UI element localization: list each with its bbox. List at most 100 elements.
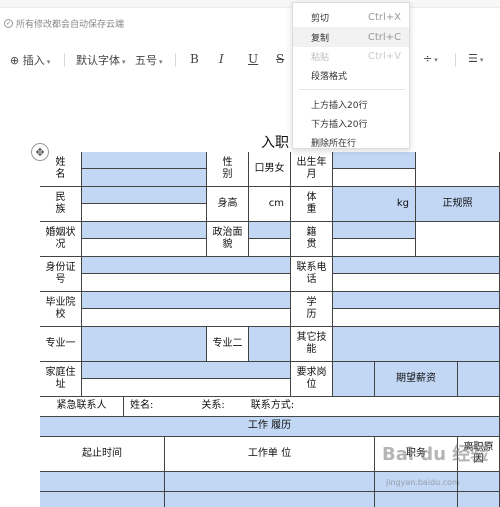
italic-button[interactable]: I xyxy=(219,52,224,66)
political-input-2[interactable] xyxy=(249,239,291,257)
strikethrough-button[interactable]: S xyxy=(276,52,284,66)
list-icon: ☰ xyxy=(468,52,478,65)
menu-item-paragraph-format[interactable]: 段落格式 xyxy=(293,65,409,85)
underline-button[interactable]: U xyxy=(248,52,258,66)
bold-button[interactable]: B xyxy=(190,52,199,66)
menu-divider xyxy=(299,89,405,90)
insert-label: 插入 xyxy=(22,54,45,67)
menu-item-copy[interactable]: 复制 Ctrl+C xyxy=(293,27,409,47)
school-input-2[interactable] xyxy=(82,309,291,327)
major2-input[interactable] xyxy=(249,327,291,362)
other-skills-input[interactable] xyxy=(333,327,500,362)
salary-input[interactable] xyxy=(458,362,500,397)
birth-label: 出生年 月 xyxy=(291,152,333,187)
native-place-input-2[interactable] xyxy=(333,239,416,257)
political-label: 政治面 貌 xyxy=(207,222,249,257)
font-family-select[interactable]: 默认字体 ▾ xyxy=(76,52,126,68)
marital-input-2[interactable] xyxy=(82,239,207,257)
education-label: 学 历 xyxy=(291,292,333,327)
phone-input[interactable] xyxy=(333,257,500,274)
underline-icon: U xyxy=(248,52,259,66)
leave-reason-input-2[interactable] xyxy=(458,492,500,507)
font-family-value: 默认字体 xyxy=(76,54,120,67)
name-input[interactable] xyxy=(82,152,207,169)
political-input[interactable] xyxy=(249,222,291,239)
phone-label: 联系电 话 xyxy=(291,257,333,292)
weight-label: 体 重 xyxy=(291,187,333,222)
menu-item-cut[interactable]: 剪切 Ctrl+X xyxy=(293,7,409,27)
gender-label: 性 别 xyxy=(207,152,249,187)
work-history-header: 工作 履历 xyxy=(40,417,500,437)
ethnicity-input[interactable] xyxy=(82,187,207,204)
menu-item-delete-row[interactable]: 删除所在行 xyxy=(293,132,409,152)
chevron-down-icon: ▾ xyxy=(479,56,484,64)
phone-input-2[interactable] xyxy=(333,274,500,292)
toolbar-divider xyxy=(64,53,65,67)
format-toolbar: ⊕ 插入 ▾ 默认字体 ▾ 五号 ▾ B I U S ÷ ▾ ☰ ▾ xyxy=(0,48,500,72)
emergency-contact-fields[interactable]: 姓名: 关系: 联系方式: xyxy=(124,397,500,417)
watermark-url: jingyan.baidu.com xyxy=(386,478,460,487)
italic-icon: I xyxy=(219,52,224,66)
birth-input-2[interactable] xyxy=(333,169,416,187)
menu-item-insert-above[interactable]: 上方插入20行 xyxy=(293,94,409,114)
major1-input[interactable] xyxy=(82,327,207,362)
weight-unit[interactable]: kg xyxy=(333,187,416,222)
menu-item-label: 删除所在行 xyxy=(311,138,357,149)
document-title: 入职 xyxy=(261,135,289,151)
leave-reason-input[interactable] xyxy=(458,472,500,492)
major1-label: 专业一 xyxy=(40,327,82,362)
marital-label: 婚姻状 况 xyxy=(40,222,82,257)
ethnicity-input-2[interactable] xyxy=(82,204,207,222)
menu-item-label: 下方插入20行 xyxy=(311,119,368,130)
photo-label: 正规照 xyxy=(416,187,500,222)
menu-item-label: 段落格式 xyxy=(311,71,348,82)
birth-input[interactable] xyxy=(333,152,416,169)
id-number-input[interactable] xyxy=(82,257,291,274)
gender-options[interactable]: 口男女 xyxy=(249,152,291,187)
plus-circle-icon: ⊕ xyxy=(10,54,20,67)
menu-item-insert-below[interactable]: 下方插入20行 xyxy=(293,113,409,133)
period-input[interactable] xyxy=(40,472,165,492)
other-skills-label: 其它技 能 xyxy=(291,327,333,362)
chevron-down-icon: ▾ xyxy=(159,58,163,66)
contact-relation-label: 关系: xyxy=(201,400,225,412)
strikethrough-icon: S xyxy=(276,52,285,66)
salary-label: 期望薪资 xyxy=(375,362,458,397)
divider-button[interactable]: ÷ ▾ xyxy=(423,52,438,65)
height-unit[interactable]: cm xyxy=(249,187,291,222)
list-button[interactable]: ☰ ▾ xyxy=(468,52,483,65)
school-label: 毕业院 校 xyxy=(40,292,82,327)
id-number-input-2[interactable] xyxy=(82,274,291,292)
move-icon[interactable]: ✥ xyxy=(31,143,49,161)
address-input[interactable] xyxy=(82,362,291,379)
autosave-status: ✓ 所有修改都会自动保存云端 xyxy=(4,17,124,30)
period-header: 起止时间 xyxy=(40,437,165,472)
native-place-label: 籍 贯 xyxy=(291,222,333,257)
employer-input[interactable] xyxy=(165,472,375,492)
native-place-input[interactable] xyxy=(333,222,416,239)
chevron-down-icon: ▾ xyxy=(434,56,438,64)
address-input-2[interactable] xyxy=(82,379,291,397)
school-input[interactable] xyxy=(82,292,291,309)
education-input-2[interactable] xyxy=(333,309,500,327)
contact-name-label: 姓名: xyxy=(130,400,154,412)
title-bar xyxy=(0,0,500,8)
font-size-select[interactable]: 五号 ▾ xyxy=(135,52,163,68)
education-input[interactable] xyxy=(333,292,500,309)
divider-icon: ÷ xyxy=(423,52,433,65)
marital-input[interactable] xyxy=(82,222,207,239)
job-title-input-2[interactable] xyxy=(375,492,458,507)
shortcut-label: Ctrl+V xyxy=(367,50,401,62)
major2-label: 专业二 xyxy=(207,327,249,362)
photo-box-top xyxy=(416,152,500,187)
employer-input-2[interactable] xyxy=(165,492,375,507)
toolbar-divider xyxy=(455,53,456,67)
chevron-down-icon: ▾ xyxy=(122,58,126,66)
period-input-2[interactable] xyxy=(40,492,165,507)
menu-item-paste[interactable]: 粘贴 Ctrl+V xyxy=(293,46,409,66)
position-input[interactable] xyxy=(333,362,375,397)
name-input-2[interactable] xyxy=(82,169,207,187)
position-label: 要求岗 位 xyxy=(291,362,333,397)
insert-button[interactable]: ⊕ 插入 ▾ xyxy=(10,52,50,68)
shortcut-label: Ctrl+C xyxy=(367,31,401,43)
